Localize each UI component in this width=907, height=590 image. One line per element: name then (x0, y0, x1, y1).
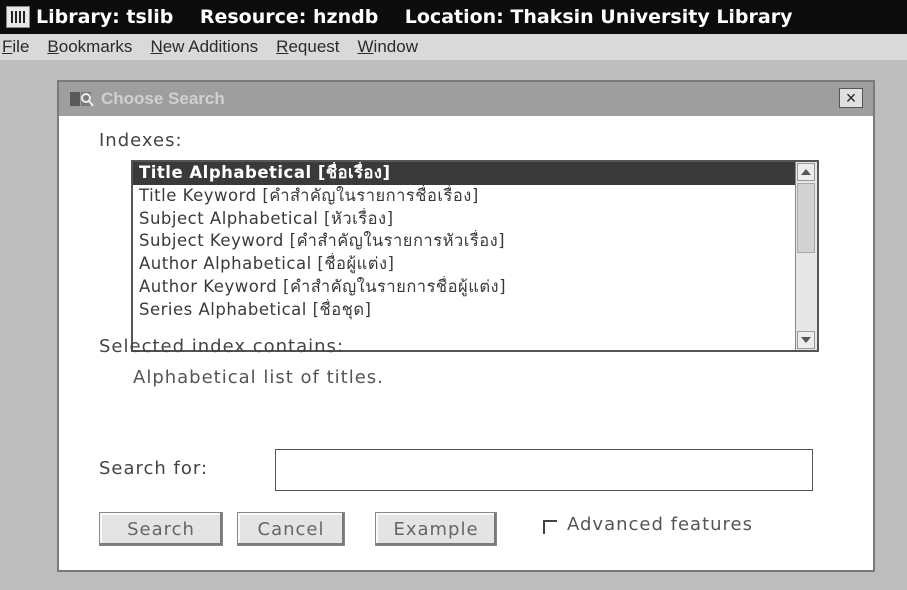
advanced-features-label[interactable]: Advanced features (567, 514, 753, 535)
indexes-label: Indexes: (99, 130, 183, 151)
search-for-label: Search for: (99, 458, 209, 479)
index-list-item[interactable]: Subject Keyword [คำสำคัญในรายการหัวเรื่อ… (133, 230, 795, 253)
menu-window[interactable]: Window (358, 37, 418, 57)
scroll-thumb[interactable] (797, 183, 815, 253)
menu-new-additions-rest: ew Additions (162, 37, 259, 56)
menu-bookmarks-mnemonic: B (47, 37, 59, 56)
index-list-item[interactable]: Title Alphabetical [ชื่อเรื่อง] (133, 162, 795, 185)
menu-request-mnemonic: R (276, 37, 289, 56)
example-button[interactable]: Example (375, 512, 497, 546)
menu-bar: File Bookmarks New Additions Request Win… (0, 34, 907, 60)
menu-bookmarks[interactable]: Bookmarks (47, 37, 132, 57)
dialog-title-bar[interactable]: Choose Search × (59, 82, 873, 116)
app-title: Library: tslib Resource: hzndb Location:… (36, 6, 793, 28)
menu-window-mnemonic: W (357, 37, 374, 56)
app-title-bar: Library: tslib Resource: hzndb Location:… (0, 0, 907, 34)
menu-window-rest: indow (373, 37, 418, 56)
menu-request[interactable]: Request (276, 37, 339, 57)
menu-file[interactable]: File (2, 37, 29, 57)
menu-file-mnemonic: F (2, 37, 13, 56)
index-list-item[interactable]: Series Alphabetical [ชื่อชุด] (133, 299, 795, 322)
arrow-up-icon (801, 169, 811, 175)
cancel-button[interactable]: Cancel (237, 512, 345, 546)
index-list-item[interactable]: Title Keyword [คำสำคัญในรายการชื่อเรื่อง… (133, 185, 795, 208)
selected-index-contains-label: Selected index contains: (99, 336, 344, 357)
menu-bookmarks-rest: ookmarks (58, 37, 133, 56)
indexes-listbox[interactable]: Title Alphabetical [ชื่อเรื่อง] Title Key… (131, 160, 819, 352)
library-app-icon (6, 6, 30, 28)
scroll-up-button[interactable] (797, 163, 815, 181)
advanced-features-checkbox[interactable] (543, 520, 557, 534)
index-list-item[interactable]: Subject Alphabetical [หัวเรื่อง] (133, 208, 795, 231)
search-input[interactable] (275, 449, 813, 491)
close-button[interactable]: × (839, 88, 863, 108)
scroll-down-button[interactable] (797, 331, 815, 349)
dialog-title: Choose Search (101, 89, 225, 108)
index-list-item[interactable]: Author Keyword [คำสำคัญในรายการชื่อผู้แต… (133, 276, 795, 299)
menu-new-additions[interactable]: New Additions (150, 37, 258, 57)
menu-request-rest: equest (288, 37, 340, 56)
selected-index-description: Alphabetical list of titles. (133, 367, 384, 388)
arrow-down-icon (801, 337, 811, 343)
listbox-scrollbar[interactable] (795, 162, 817, 350)
close-icon: × (845, 88, 857, 108)
search-books-icon (69, 89, 95, 109)
menu-new-additions-mnemonic: N (150, 37, 163, 56)
choose-search-dialog: Choose Search × Indexes: Title Alphabeti… (57, 80, 875, 572)
index-list-item[interactable]: Author Alphabetical [ชื่อผู้แต่ง] (133, 253, 795, 276)
indexes-list: Title Alphabetical [ชื่อเรื่อง] Title Key… (133, 162, 795, 350)
menu-file-rest: ile (12, 37, 30, 56)
search-button[interactable]: Search (99, 512, 223, 546)
